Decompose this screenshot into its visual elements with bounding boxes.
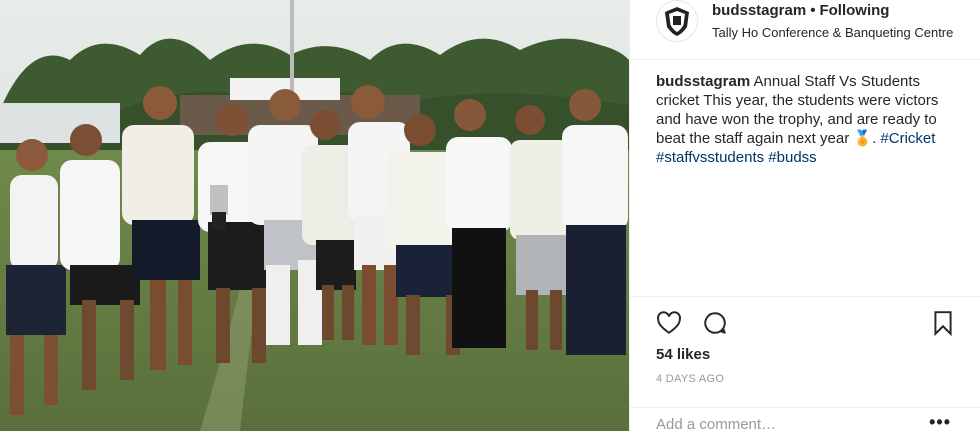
post-header: budsstagram • Following Tally Ho Conferenc… <box>630 0 980 60</box>
hashtag-cricket[interactable]: #Cricket <box>880 130 935 147</box>
post-sidebar: budsstagram • Following Tally Ho Conferenc… <box>629 0 980 433</box>
post-timestamp[interactable]: 4 DAYS AGO <box>656 373 724 385</box>
more-options-icon[interactable]: ••• <box>929 412 951 433</box>
comment-bubble-icon[interactable] <box>702 310 728 336</box>
instagram-post: budsstagram • Following Tally Ho Conferenc… <box>0 0 980 433</box>
post-photo[interactable] <box>0 0 629 431</box>
avatar[interactable] <box>656 0 698 42</box>
comment-bar: Add a comment… ••• <box>630 407 980 433</box>
caption-period: . <box>872 130 877 147</box>
hashtag-staffvsstudents[interactable]: #staffvsstudents <box>656 149 764 166</box>
header-username[interactable]: budsstagram <box>712 2 806 19</box>
location-link[interactable]: Tally Ho Conference & Banqueting Centre <box>712 24 953 42</box>
medal-emoji: 🏅 <box>853 130 873 147</box>
caption-username[interactable]: budsstagram <box>656 73 750 90</box>
comment-input[interactable]: Add a comment… <box>656 416 776 433</box>
crest-icon <box>665 7 689 36</box>
heart-icon[interactable] <box>656 310 682 336</box>
bookmark-icon[interactable] <box>930 310 956 337</box>
likes-count[interactable]: 54 likes <box>656 346 710 363</box>
group-photo-illustration <box>0 0 629 431</box>
following-button[interactable]: Following <box>819 2 889 19</box>
hashtag-budss[interactable]: #budss <box>768 149 816 166</box>
header-separator: • <box>810 2 816 19</box>
post-actions: 54 likes 4 DAYS AGO <box>630 296 980 385</box>
post-caption: budsstagram Annual Staff Vs Students cri… <box>656 72 962 167</box>
